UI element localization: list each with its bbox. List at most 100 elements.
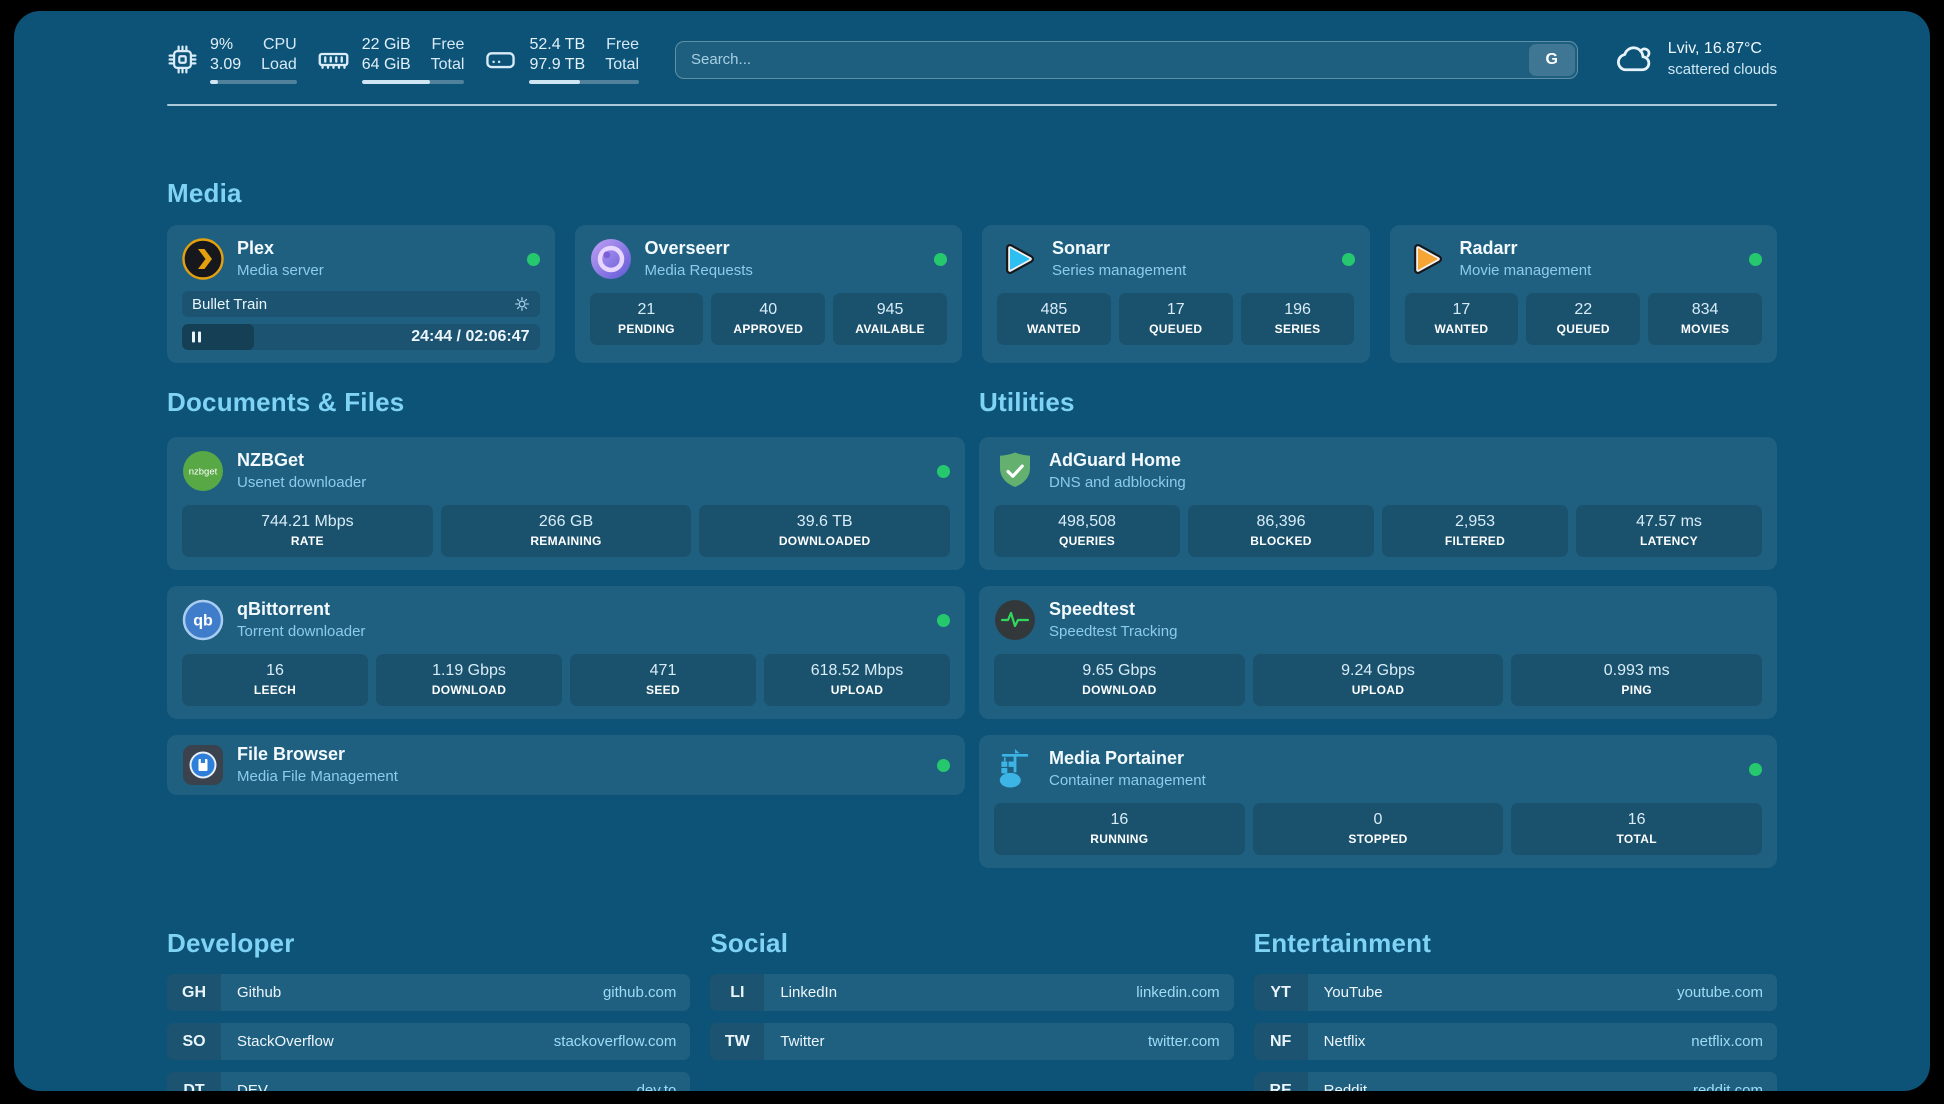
memory-total-label: Total xyxy=(431,55,465,75)
bookmark-abbr: NF xyxy=(1254,1023,1308,1060)
service-desc: Container management xyxy=(1049,771,1206,791)
status-dot xyxy=(527,253,540,266)
memory-progress-bar xyxy=(362,80,465,84)
bookmark-twitter[interactable]: TW Twitter twitter.com xyxy=(710,1023,1233,1060)
stat-block: 0.993 msPING xyxy=(1511,654,1762,706)
bookmark-url: twitter.com xyxy=(1148,1023,1234,1060)
playback-time: 24:44 / 02:06:47 xyxy=(411,328,529,346)
bookmark-group-developer: Developer GH Github github.com SO StackO… xyxy=(167,928,690,1091)
playback-progress-bar[interactable]: 24:44 / 02:06:47 xyxy=(182,324,540,350)
bookmark-group-entertainment: Entertainment YT YouTube youtube.com NF … xyxy=(1254,928,1777,1091)
bookmark-url: netflix.com xyxy=(1691,1023,1777,1060)
stat-block: 2,953FILTERED xyxy=(1382,505,1568,557)
bookmark-abbr: SO xyxy=(167,1023,221,1060)
search-bar: G xyxy=(675,41,1578,79)
bookmark-abbr: TW xyxy=(710,1023,764,1060)
disk-icon xyxy=(484,43,517,76)
memory-widget: 22 GiB Free 64 GiB Total xyxy=(317,35,465,84)
service-card-speedtest[interactable]: Speedtest Speedtest Tracking 9.65 GbpsDO… xyxy=(979,586,1777,719)
bookmark-name: Github xyxy=(221,974,603,1011)
cloud-icon xyxy=(1614,39,1655,80)
cpu-progress-bar xyxy=(210,80,297,84)
service-card-overseerr[interactable]: Overseerr Media Requests 21PENDING 40APP… xyxy=(575,225,963,363)
bookmark-url: linkedin.com xyxy=(1136,974,1233,1011)
disk-widget: 52.4 TB Free 97.9 TB Total xyxy=(484,35,639,84)
service-card-filebrowser[interactable]: File Browser Media File Management xyxy=(167,735,965,795)
service-name: Media Portainer xyxy=(1049,748,1206,770)
disk-total-label: Total xyxy=(605,55,639,75)
service-card-plex[interactable]: Plex Media server Bullet Train 24:44 / 0… xyxy=(167,225,555,363)
radarr-icon xyxy=(1405,238,1447,280)
bookmark-linkedin[interactable]: LI LinkedIn linkedin.com xyxy=(710,974,1233,1011)
now-playing-title: Bullet Train xyxy=(192,296,267,313)
section-title-documents: Documents & Files xyxy=(167,387,965,418)
bookmark-abbr: RE xyxy=(1254,1072,1308,1091)
stat-block: 945AVAILABLE xyxy=(833,293,947,345)
bookmark-name: YouTube xyxy=(1308,974,1677,1011)
stat-block: 22QUEUED xyxy=(1526,293,1640,345)
stat-block: 39.6 TBDOWNLOADED xyxy=(699,505,950,557)
status-dot xyxy=(937,759,950,772)
overseerr-icon xyxy=(590,238,632,280)
cpu-icon xyxy=(167,44,198,75)
weather-summary: Lviv, 16.87°C xyxy=(1668,39,1777,60)
stat-block: 196SERIES xyxy=(1241,293,1355,345)
section-title-utilities: Utilities xyxy=(979,387,1777,418)
service-card-radarr[interactable]: Radarr Movie management 17WANTED 22QUEUE… xyxy=(1390,225,1778,363)
plex-icon xyxy=(182,238,224,280)
service-desc: Media Requests xyxy=(645,261,753,281)
weather-widget[interactable]: Lviv, 16.87°C scattered clouds xyxy=(1614,39,1777,80)
stat-block: 17QUEUED xyxy=(1119,293,1233,345)
stat-block: 17WANTED xyxy=(1405,293,1519,345)
bookmark-stackoverflow[interactable]: SO StackOverflow stackoverflow.com xyxy=(167,1023,690,1060)
stat-block: 40APPROVED xyxy=(711,293,825,345)
service-desc: Media File Management xyxy=(237,767,398,787)
service-desc: Speedtest Tracking xyxy=(1049,622,1177,642)
bookmark-name: DEV xyxy=(221,1072,637,1091)
speedtest-icon xyxy=(994,599,1036,641)
service-card-sonarr[interactable]: Sonarr Series management 485WANTED 17QUE… xyxy=(982,225,1370,363)
section-title-social: Social xyxy=(710,928,1233,959)
adguard-icon xyxy=(994,450,1036,492)
portainer-icon xyxy=(994,748,1036,790)
bookmark-url: reddit.com xyxy=(1693,1072,1777,1091)
bookmark-url: youtube.com xyxy=(1677,974,1777,1011)
utilities-column: Utilities AdGuard Home DNS and adblockin… xyxy=(979,387,1777,868)
bookmark-url: dev.to xyxy=(637,1072,691,1091)
bookmark-url: stackoverflow.com xyxy=(554,1023,691,1060)
bookmark-name: Twitter xyxy=(764,1023,1148,1060)
section-title-media: Media xyxy=(167,178,1777,209)
status-dot xyxy=(937,614,950,627)
now-playing-row: Bullet Train xyxy=(182,291,540,317)
nzbget-icon: nzbget xyxy=(182,450,224,492)
status-dot xyxy=(937,465,950,478)
search-provider-button[interactable]: G xyxy=(1529,44,1575,76)
svg-text:nzbget: nzbget xyxy=(189,467,218,478)
bookmark-dev[interactable]: DT DEV dev.to xyxy=(167,1072,690,1091)
bookmark-abbr: YT xyxy=(1254,974,1308,1011)
bookmark-github[interactable]: GH Github github.com xyxy=(167,974,690,1011)
status-dot xyxy=(1749,253,1762,266)
memory-free-value: 22 GiB xyxy=(362,35,411,55)
service-name: Radarr xyxy=(1460,238,1592,260)
bookmark-youtube[interactable]: YT YouTube youtube.com xyxy=(1254,974,1777,1011)
service-card-qbittorrent[interactable]: qb qBittorrent Torrent downloader 16LEEC… xyxy=(167,586,965,719)
status-dot xyxy=(934,253,947,266)
cpu-widget: 9% CPU 3.09 Load xyxy=(167,35,297,84)
search-input[interactable] xyxy=(675,41,1578,79)
cpu-load-value: 3.09 xyxy=(210,55,241,75)
bookmark-reddit[interactable]: RE Reddit reddit.com xyxy=(1254,1072,1777,1091)
bookmark-name: Netflix xyxy=(1308,1023,1692,1060)
service-card-portainer[interactable]: Media Portainer Container management 16R… xyxy=(979,735,1777,868)
service-card-adguard[interactable]: AdGuard Home DNS and adblocking 498,508Q… xyxy=(979,437,1777,570)
top-bar: 9% CPU 3.09 Load 22 GiB Fre xyxy=(167,35,1777,84)
service-desc: Torrent downloader xyxy=(237,622,365,642)
bookmark-group-social: Social LI LinkedIn linkedin.com TW Twitt… xyxy=(710,928,1233,1091)
service-name: AdGuard Home xyxy=(1049,450,1186,472)
service-card-nzbget[interactable]: nzbget NZBGet Usenet downloader 744.21 M… xyxy=(167,437,965,570)
gear-icon[interactable] xyxy=(514,296,530,312)
stat-block: 618.52 MbpsUPLOAD xyxy=(764,654,950,706)
bookmark-netflix[interactable]: NF Netflix netflix.com xyxy=(1254,1023,1777,1060)
pause-icon[interactable] xyxy=(192,332,201,343)
disk-free-label: Free xyxy=(606,35,639,55)
